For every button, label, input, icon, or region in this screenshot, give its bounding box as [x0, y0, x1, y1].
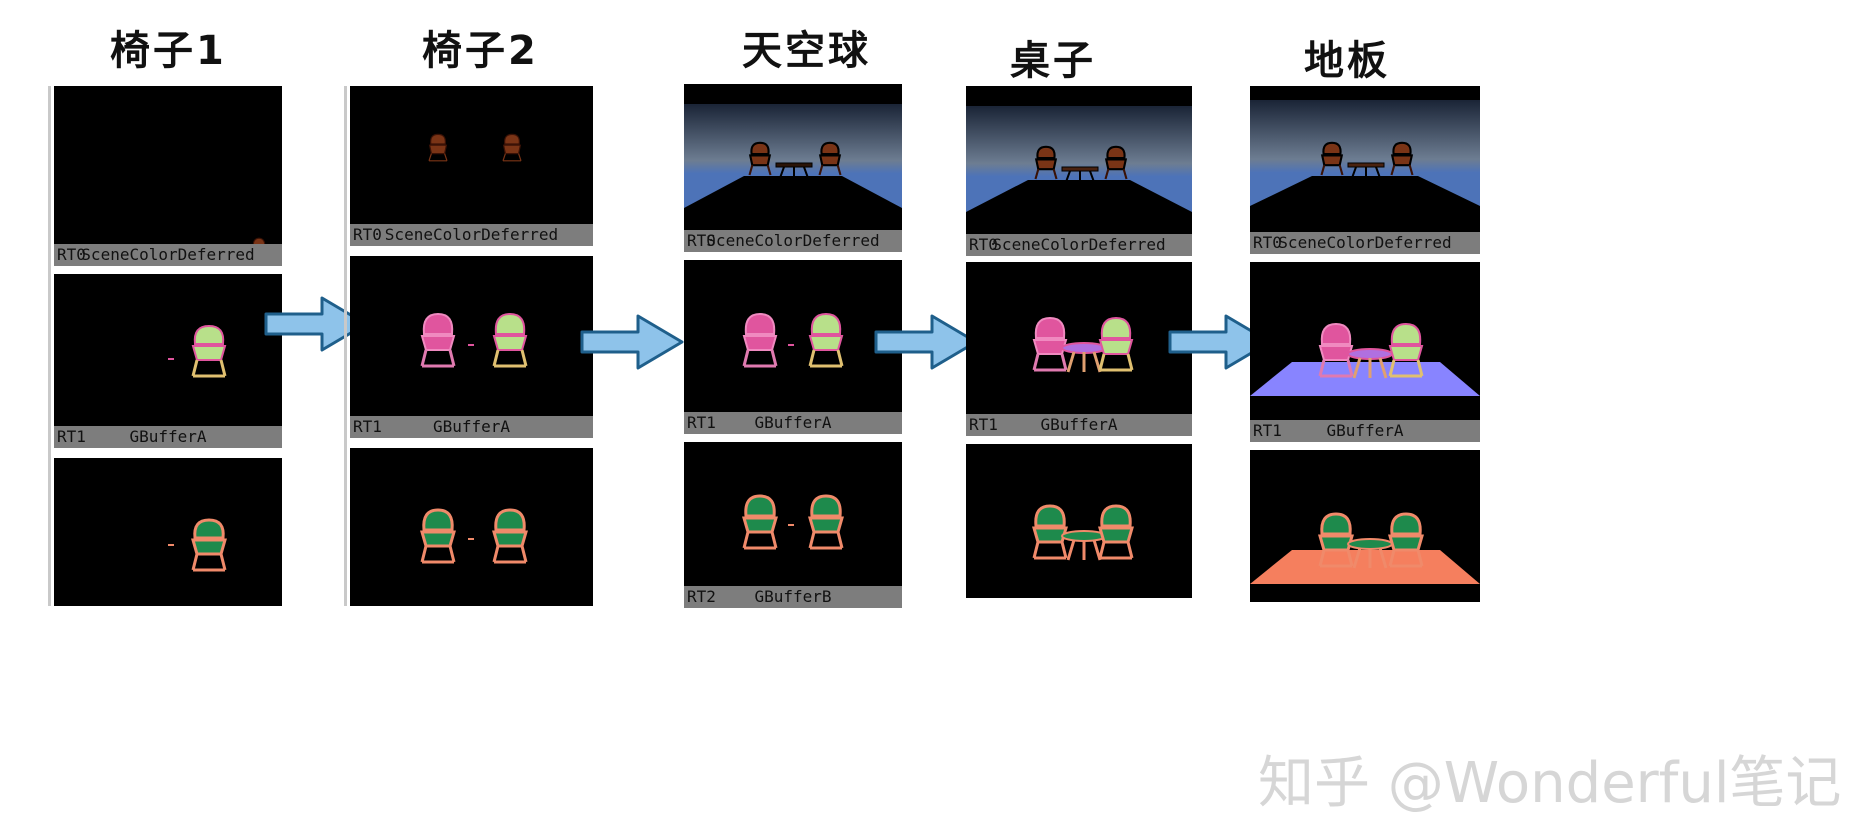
- scene-preview: [168, 324, 227, 378]
- scene-preview: [742, 494, 844, 550]
- scene-preview: [428, 133, 522, 162]
- right-arrow-icon: [580, 314, 684, 370]
- scene-preview: [168, 518, 227, 572]
- render-target-panel-rt1: RT1 GBufferA: [1250, 262, 1480, 442]
- scene-preview: [966, 86, 1192, 234]
- panel-caption: RT0 SceneColorDeferred: [684, 230, 902, 252]
- sidebar-divider: [344, 86, 347, 606]
- sidebar-divider: [48, 86, 51, 606]
- scene-preview: [684, 84, 902, 230]
- render-target-name: SceneColorDeferred: [1278, 233, 1452, 252]
- column-title-table: 桌子: [1010, 38, 1096, 84]
- column-title-chair1: 椅子1: [110, 28, 227, 74]
- render-target-panel-rt0: RT0 SceneColorDeferred: [684, 84, 902, 252]
- scene-preview: [1250, 512, 1480, 584]
- render-target-panel-rt2: [54, 458, 282, 606]
- render-target-name: GBufferA: [754, 413, 832, 432]
- column-skybox: RT0 SceneColorDeferred RT1 GBufferA RT2 …: [684, 84, 902, 608]
- column-title-floor: 地板: [1304, 38, 1390, 84]
- scene-preview: [420, 312, 528, 368]
- render-target-name: GBufferA: [129, 427, 207, 446]
- panel-caption: RT1 GBufferA: [350, 416, 593, 438]
- render-target-panel-rt0: RT0 SceneColorDeferred: [966, 86, 1192, 256]
- render-target-panel-rt0: RT0 SceneColorDeferred: [350, 86, 593, 246]
- render-target-name: SceneColorDeferred: [706, 231, 880, 250]
- panel-caption: RT1 GBufferA: [54, 426, 282, 448]
- panel-caption: RT1 GBufferA: [966, 414, 1192, 436]
- watermark: 知乎 @Wonderful笔记: [1258, 751, 1842, 816]
- render-target-panel-rt1: RT1 GBufferA: [684, 260, 902, 434]
- column-title-skybox: 天空球: [742, 28, 871, 74]
- scene-preview: [1032, 316, 1134, 373]
- panel-caption: RT0 SceneColorDeferred: [350, 224, 593, 246]
- render-target-name: GBufferA: [1040, 415, 1118, 434]
- panel-caption: RT1 GBufferA: [684, 412, 902, 434]
- panel-caption: RT1 GBufferA: [1250, 420, 1480, 442]
- render-target-name: GBufferA: [1326, 421, 1404, 440]
- render-target-panel-rt0: RT0 SceneColorDeferred: [1250, 86, 1480, 254]
- render-target-name: GBufferB: [754, 587, 832, 606]
- panel-caption: RT2 GBufferB: [684, 586, 902, 608]
- render-target-panel-rt1: RT1 GBufferA: [966, 262, 1192, 436]
- scene-preview: [1250, 322, 1480, 396]
- scene-preview: [1250, 86, 1480, 232]
- render-target-panel-rt2: RT2 GBufferB: [684, 442, 902, 608]
- render-target-name: SceneColorDeferred: [81, 245, 255, 264]
- column-chair2: RT0 SceneColorDeferred RT1 GBufferA: [344, 86, 593, 606]
- render-target-name: GBufferA: [432, 417, 511, 436]
- render-target-panel-rt2: [350, 448, 593, 606]
- column-chair1: RT0 SceneColorDeferred RT1 GBufferA: [48, 86, 282, 606]
- panel-caption: RT0 SceneColorDeferred: [1250, 232, 1480, 254]
- column-title-chair2: 椅子2: [422, 28, 539, 74]
- panel-caption: RT0 SceneColorDeferred: [966, 234, 1192, 256]
- scene-preview: [1032, 504, 1134, 561]
- render-target-panel-rt1: RT1 GBufferA: [350, 256, 593, 438]
- render-target-panel-rt2: [966, 444, 1192, 598]
- render-target-name: SceneColorDeferred: [992, 235, 1166, 254]
- render-target-panel-rt0: RT0 SceneColorDeferred: [54, 86, 282, 266]
- scene-preview: [420, 508, 528, 564]
- column-table: RT0 SceneColorDeferred RT1 GBufferA: [966, 86, 1192, 598]
- render-target-name: SceneColorDeferred: [384, 225, 559, 244]
- render-target-panel-rt2: [1250, 450, 1480, 602]
- column-floor: RT0 SceneColorDeferred RT1 GBufferA: [1250, 86, 1480, 602]
- scene-preview: [252, 237, 266, 244]
- render-target-panel-rt1: RT1 GBufferA: [54, 274, 282, 448]
- scene-preview: [742, 312, 844, 368]
- panel-caption: RT0 SceneColorDeferred: [54, 244, 282, 266]
